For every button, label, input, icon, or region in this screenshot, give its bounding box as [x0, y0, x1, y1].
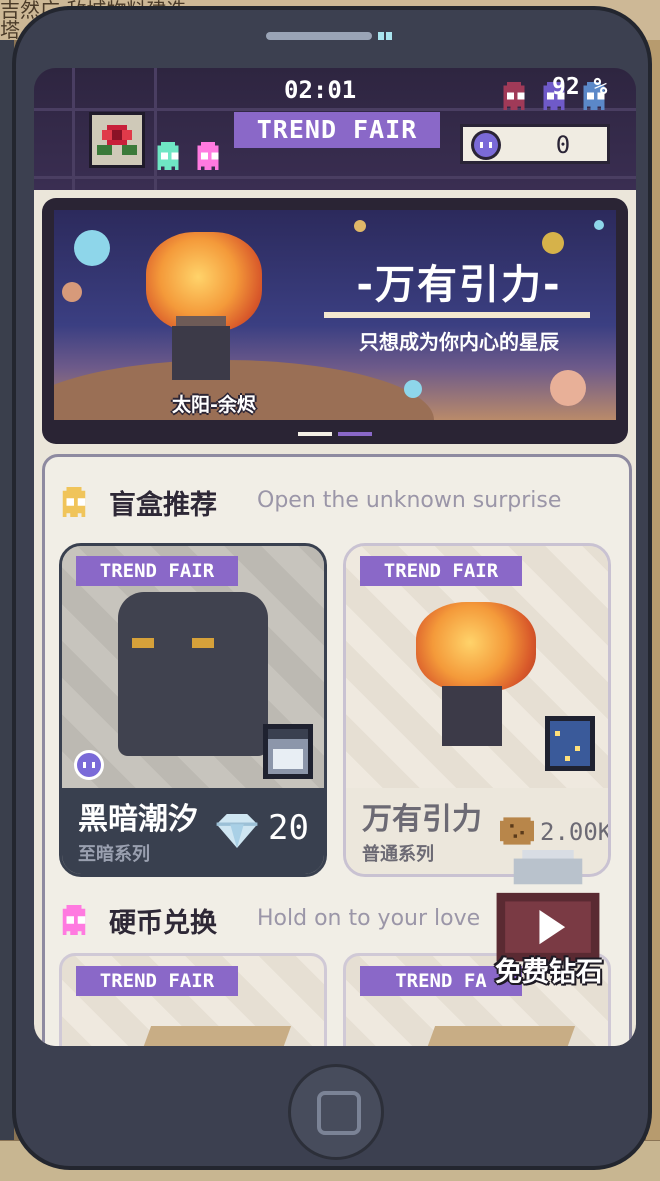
- card-price: 20: [268, 808, 309, 848]
- coin-exchange-card[interactable]: TREND FAIR: [59, 953, 327, 1046]
- promo-banner[interactable]: -万有引力- 只想成为你内心的星辰 太阳-余烬: [42, 198, 628, 444]
- coin-exchange-title: 硬币兑换: [109, 908, 217, 939]
- coin-exchange-subtitle: Hold on to your love: [257, 906, 481, 931]
- star-decoration: [542, 232, 564, 254]
- free-diamond-button[interactable]: 免费钻石: [478, 850, 618, 990]
- sun-character-art: [416, 602, 536, 692]
- star-decoration: [354, 220, 366, 232]
- banner-caption: 太阳-余烬: [172, 394, 256, 416]
- banner-subtitle: 只想成为你内心的星辰: [359, 330, 559, 354]
- ghost-icon: [59, 905, 89, 935]
- grid-line: [72, 68, 75, 190]
- card-tag: TREND FAIR: [76, 966, 238, 996]
- coin-balance[interactable]: 0: [460, 124, 610, 164]
- status-bar: 02:01 92 % TREND FAIR 0: [34, 68, 636, 190]
- battery-level: 92 %: [552, 74, 608, 100]
- card-name: 黑暗潮汐: [78, 802, 198, 837]
- card-tag: TREND FAIR: [360, 556, 522, 586]
- home-icon: [317, 1091, 361, 1135]
- star-decoration: [550, 370, 586, 406]
- ghost-icon: [194, 142, 222, 170]
- card-series: 至暗系列: [78, 844, 150, 865]
- avatar[interactable]: [89, 112, 145, 168]
- ghost-coin-icon: [471, 130, 501, 160]
- ghost-icon: [154, 142, 182, 170]
- blind-box-card[interactable]: TREND FAIR 黑暗潮汐 至暗系列 20: [59, 543, 327, 877]
- star-decoration: [62, 282, 82, 302]
- brand-logo: TREND FAIR: [234, 112, 440, 148]
- coin-value: 0: [555, 131, 571, 159]
- ghost-icon: [59, 487, 89, 517]
- character-body: [442, 686, 502, 746]
- carousel-dot-2[interactable]: [338, 432, 372, 436]
- dark-cat-art: [118, 592, 268, 756]
- clock-time: 02:01: [284, 76, 357, 104]
- character-body: [172, 326, 230, 380]
- cookie-icon: [500, 814, 534, 848]
- home-button[interactable]: [288, 1064, 384, 1160]
- mystery-box-icon: [258, 714, 318, 784]
- card-info: 黑暗潮汐 至暗系列 20: [62, 788, 324, 874]
- star-decoration: [74, 230, 110, 266]
- blind-box-card[interactable]: TREND FAIR 万有引力 普通系列 2.00K: [343, 543, 611, 877]
- banner-title: -万有引力-: [356, 262, 562, 308]
- card-artwork: [132, 1026, 292, 1046]
- banner-divider: [324, 312, 590, 318]
- blind-box-subtitle: Open the unknown surprise: [257, 488, 562, 513]
- phone-device: 02:01 92 % TREND FAIR 0 -万有引力- 只想成为你内心的星…: [12, 6, 652, 1170]
- card-series: 普通系列: [362, 844, 434, 865]
- ghost-coin-icon: [74, 750, 104, 780]
- phone-sensor: [386, 32, 392, 40]
- blind-box-title: 盲盒推荐: [109, 490, 217, 521]
- card-artwork: [416, 1026, 576, 1046]
- mystery-box-icon: [540, 706, 600, 776]
- ghost-icon: [500, 82, 528, 110]
- cat-eye: [192, 638, 214, 648]
- star-decoration: [594, 220, 604, 230]
- grid-line: [154, 68, 157, 190]
- phone-camera: [378, 32, 384, 40]
- card-tag: TREND FAIR: [76, 556, 238, 586]
- flower-icon: [92, 115, 142, 165]
- card-price: 2.00K: [540, 818, 611, 846]
- star-decoration: [404, 380, 422, 398]
- phone-speaker: [266, 32, 372, 40]
- diamond-icon: [216, 814, 258, 848]
- banner-image: -万有引力- 只想成为你内心的星辰 太阳-余烬: [54, 210, 616, 420]
- cat-eye: [132, 638, 154, 648]
- card-name: 万有引力: [362, 802, 482, 837]
- grid-line: [34, 176, 636, 179]
- carousel-dot-1[interactable]: [298, 432, 332, 436]
- free-diamond-label: 免费钻石: [495, 957, 603, 988]
